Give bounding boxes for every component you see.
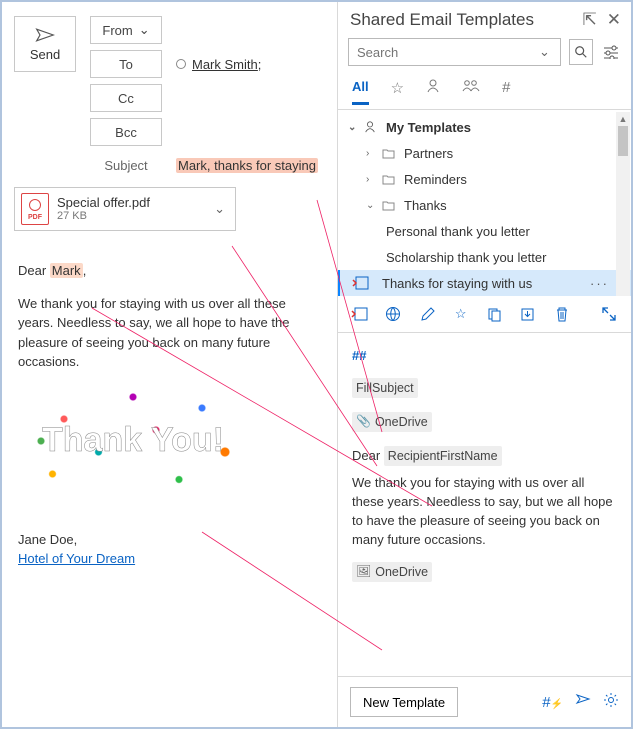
import-button[interactable] — [518, 304, 538, 324]
folder-icon — [382, 174, 398, 185]
subject-label: Subject — [90, 158, 162, 173]
search-button[interactable] — [569, 39, 593, 65]
tree-folder-reminders[interactable]: › Reminders — [338, 166, 631, 192]
attachment-card[interactable]: PDF Special offer.pdf 27 KB ⌄ — [14, 187, 236, 231]
to-field[interactable]: Mark Smith; — [176, 50, 325, 78]
template-toolbar: ☆ — [338, 296, 631, 332]
shortcuts-button[interactable]: #⚡ — [542, 694, 563, 711]
pdf-icon: PDF — [21, 193, 49, 225]
cc-button[interactable]: Cc — [90, 84, 162, 112]
from-button[interactable]: From ⌄ — [90, 16, 162, 44]
chevron-down-icon: ⌄ — [139, 22, 150, 38]
search-box[interactable]: ⌄ — [348, 38, 561, 66]
feedback-button[interactable] — [575, 693, 591, 711]
copy-button[interactable] — [485, 304, 505, 324]
popout-icon[interactable]: ⇱ — [583, 10, 597, 30]
tab-team[interactable] — [462, 79, 480, 105]
edit-button[interactable] — [417, 304, 437, 324]
preview-greeting: Dear RecipientFirstName — [352, 446, 617, 466]
tab-all[interactable]: All — [352, 79, 369, 105]
tree-folder-partners[interactable]: › Partners — [338, 140, 631, 166]
compose-pane: Send From ⌄ To Mark Smith; Cc Bcc — [2, 2, 338, 727]
favorite-button[interactable]: ☆ — [451, 304, 471, 324]
panel-title: Shared Email Templates — [350, 10, 534, 30]
subject-input[interactable]: Mark, thanks for staying — [176, 158, 325, 173]
templates-pane: Shared Email Templates ⇱ ✕ ⌄ All ☆ # — [338, 2, 631, 727]
attachment-name: Special offer.pdf — [57, 195, 202, 211]
fillsubject-chip[interactable]: FillSubject — [352, 378, 418, 398]
to-button[interactable]: To — [90, 50, 162, 78]
close-icon[interactable]: ✕ — [607, 10, 621, 30]
signature-name: Jane Doe, — [18, 530, 321, 550]
email-body[interactable]: Dear Mark, We thank you for staying with… — [2, 231, 337, 727]
folder-icon — [382, 200, 398, 211]
template-preview: ## FillSubject 📎OneDrive Dear RecipientF… — [338, 332, 631, 676]
image-icon: 🖼 — [356, 563, 371, 580]
recipient-status-icon — [176, 59, 186, 69]
recipient-token-chip[interactable]: RecipientFirstName — [384, 446, 502, 466]
folder-icon — [382, 148, 398, 159]
tree-item-personal-letter[interactable]: Personal thank you letter — [338, 218, 631, 244]
tab-personal[interactable] — [426, 79, 440, 105]
tree-root-my-templates[interactable]: ⌄ My Templates — [338, 114, 631, 140]
attachment-menu-button[interactable]: ⌄ — [210, 201, 229, 217]
globe-button[interactable] — [384, 304, 404, 324]
filter-button[interactable] — [601, 41, 621, 63]
tab-favorites[interactable]: ☆ — [391, 79, 404, 105]
paste-button[interactable] — [350, 304, 370, 324]
search-dropdown-icon[interactable]: ⌄ — [535, 44, 554, 60]
body-paragraph: We thank you for staying with us over al… — [18, 294, 321, 372]
macros-header: ## — [352, 347, 617, 366]
search-input[interactable] — [355, 44, 535, 61]
onedrive-image-chip[interactable]: 🖼OneDrive — [352, 562, 432, 582]
send-label: Send — [30, 47, 60, 62]
scroll-thumb[interactable] — [618, 126, 628, 156]
send-icon — [35, 27, 55, 43]
tree-scrollbar[interactable]: ▲ ▼ — [616, 112, 630, 296]
send-button[interactable]: Send — [14, 16, 76, 72]
bottom-bar: New Template #⚡ — [338, 676, 631, 727]
tree-item-thanks-for-staying[interactable]: Thanks for staying with us ··· — [338, 270, 631, 296]
scroll-up-icon[interactable]: ▲ — [616, 112, 630, 126]
expand-button[interactable] — [599, 304, 619, 324]
signature-link[interactable]: Hotel of Your Dream — [18, 551, 135, 566]
preview-paragraph: We thank you for staying with us over al… — [352, 474, 617, 549]
tree-folder-thanks[interactable]: ⌄ Thanks — [338, 192, 631, 218]
bcc-button[interactable]: Bcc — [90, 118, 162, 146]
template-tree: ⌄ My Templates › Partners › Reminders ⌄ … — [338, 110, 631, 296]
tree-item-scholarship-letter[interactable]: Scholarship thank you letter — [338, 244, 631, 270]
onedrive-attachment-chip[interactable]: 📎OneDrive — [352, 412, 432, 432]
new-template-button[interactable]: New Template — [350, 687, 458, 717]
attachment-size: 27 KB — [57, 210, 202, 223]
recipient-chip[interactable]: Mark Smith; — [192, 57, 261, 72]
filter-tabbar: All ☆ # — [338, 74, 631, 110]
greeting-line: Dear Mark, — [18, 261, 321, 281]
tab-tags[interactable]: # — [502, 79, 510, 104]
thank-you-image: Thank You! — [18, 386, 248, 496]
search-icon — [574, 45, 588, 59]
settings-button[interactable] — [603, 692, 619, 712]
delete-button[interactable] — [552, 304, 572, 324]
person-icon — [364, 121, 380, 133]
insert-template-icon — [350, 274, 372, 292]
paperclip-icon: 📎 — [356, 413, 371, 430]
sliders-icon — [602, 45, 620, 59]
